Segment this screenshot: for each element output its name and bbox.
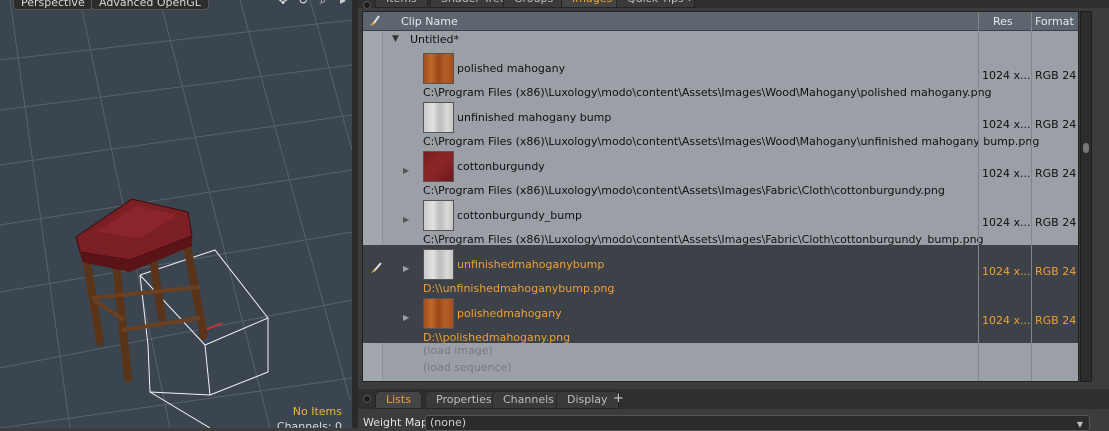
clip-res: 1024 x... xyxy=(982,314,1031,327)
tab-groups[interactable]: Groups xyxy=(503,0,565,8)
clip-name: unfinishedmahoganybump xyxy=(457,258,605,271)
group-row-untitled[interactable]: ▼ Untitled* xyxy=(363,31,1078,49)
col-header-res[interactable]: Res xyxy=(993,15,1013,28)
clip-format: RGB 24 xyxy=(1035,314,1077,327)
clip-row[interactable]: ▶ cottonburgundy C:\Program Files (x86)\Lu… xyxy=(363,147,1078,197)
col-header-clip-name[interactable]: Clip Name xyxy=(401,15,458,28)
clip-thumbnail xyxy=(423,249,454,280)
rotate-icon[interactable]: ↻ xyxy=(296,0,310,8)
tab-properties[interactable]: Properties xyxy=(425,391,503,409)
clip-path: D:\\polishedmahogany.png xyxy=(423,331,571,344)
list-scrollbar[interactable] xyxy=(1080,11,1092,382)
clip-res: 1024 x... xyxy=(982,216,1031,229)
info-items: No Items xyxy=(292,405,342,418)
viewport-menu-icon[interactable]: ▸ xyxy=(336,0,350,8)
clip-format: RGB 24 xyxy=(1035,69,1077,82)
weight-map-select[interactable]: (none) ▼ xyxy=(425,415,1090,431)
clip-res: 1024 x... xyxy=(982,167,1031,180)
clip-res: 1024 x... xyxy=(982,69,1031,82)
clip-name: cottonburgundy xyxy=(457,160,545,173)
clip-name: polishedmahogany xyxy=(457,307,562,320)
3d-viewport[interactable]: Perspective Advanced OpenGL ✥ ↻ ⌕ ▸ No I… xyxy=(0,0,352,428)
clip-thumbnail xyxy=(423,102,454,133)
expand-triangle-icon[interactable]: ▶ xyxy=(403,215,409,224)
clip-row[interactable]: ▶ cottonburgundy_bump C:\Program Files (x8… xyxy=(363,196,1078,246)
clip-row[interactable]: unfinished mahogany bump C:\Program Files… xyxy=(363,98,1078,148)
tab-lists[interactable]: Lists xyxy=(375,391,422,409)
column-divider xyxy=(978,12,979,381)
weight-map-value: (none) xyxy=(430,416,467,429)
clip-row[interactable]: ▶ polishedmahogany D:\\polishedmahogany.pn… xyxy=(363,294,1078,344)
bottom-tab-bar: Lists Properties Channels Display + xyxy=(358,389,1109,409)
render-mode-button[interactable]: Advanced OpenGL xyxy=(91,0,209,10)
tab-channels[interactable]: Channels xyxy=(492,391,565,409)
panel-menu-icon[interactable] xyxy=(363,395,371,403)
add-tab-icon[interactable]: + xyxy=(613,391,624,407)
clip-res: 1024 x... xyxy=(982,118,1031,131)
clip-format: RGB 24 xyxy=(1035,167,1077,180)
scrollbar-thumb[interactable] xyxy=(1083,143,1089,153)
weight-map-label: Weight Map xyxy=(363,416,429,429)
clip-name: cottonburgundy_bump xyxy=(457,209,582,222)
images-panel: Items Shader Tree Groups Images Quick Ti… xyxy=(358,0,1109,431)
collapse-triangle-icon[interactable]: ▼ xyxy=(392,34,399,44)
info-channels: Channels: 0 xyxy=(276,420,342,428)
viewport-scene xyxy=(0,0,352,428)
expand-triangle-icon[interactable]: ▶ xyxy=(403,166,409,175)
clip-format: RGB 24 xyxy=(1035,216,1077,229)
clip-format: RGB 24 xyxy=(1035,118,1077,131)
clip-list: Clip Name Res Format ▼ Untitled* polishe… xyxy=(362,11,1079,382)
zoom-icon[interactable]: ⌕ xyxy=(316,0,330,8)
clip-thumbnail xyxy=(423,53,454,84)
group-label: Untitled* xyxy=(410,33,460,46)
expand-triangle-icon[interactable]: ▶ xyxy=(403,264,409,273)
clip-thumbnail xyxy=(423,200,454,231)
clip-res: 1024 x... xyxy=(982,265,1031,278)
panel-menu-icon[interactable] xyxy=(363,1,371,9)
clip-name: unfinished mahogany bump xyxy=(457,111,612,124)
clip-name: polished mahogany xyxy=(457,62,566,75)
tab-display[interactable]: Display xyxy=(556,391,619,409)
clip-format: RGB 24 xyxy=(1035,265,1077,278)
clip-row[interactable]: polished mahogany C:\Program Files (x86)\… xyxy=(363,49,1078,99)
clip-thumbnail xyxy=(423,151,454,182)
tab-quick-tips[interactable]: Quick Tips xyxy=(616,0,695,8)
add-tab-icon[interactable]: + xyxy=(684,0,695,6)
brush-icon xyxy=(370,15,380,26)
clip-thumbnail xyxy=(423,298,454,329)
tab-items[interactable]: Items xyxy=(375,0,428,8)
column-divider xyxy=(1031,12,1032,381)
list-header: Clip Name Res Format xyxy=(363,12,1078,31)
expand-triangle-icon[interactable]: ▶ xyxy=(403,313,409,322)
chevron-down-icon: ▼ xyxy=(1076,420,1083,429)
view-type-button[interactable]: Perspective xyxy=(13,0,93,10)
load-image-item[interactable]: (load image) xyxy=(423,344,493,357)
tab-images[interactable]: Images xyxy=(561,0,624,8)
clip-row[interactable]: ▶ unfinishedmahoganybump D:\\unfinishedmah… xyxy=(363,245,1078,295)
top-tab-bar: Items Shader Tree Groups Images Quick Ti… xyxy=(358,0,1109,9)
brush-icon[interactable] xyxy=(369,261,383,275)
col-header-format[interactable]: Format xyxy=(1035,15,1074,28)
move-icon[interactable]: ✥ xyxy=(276,0,290,8)
weight-map-row: Weight Map (none) ▼ xyxy=(358,412,1109,431)
load-sequence-item[interactable]: (load sequence) xyxy=(423,361,512,374)
